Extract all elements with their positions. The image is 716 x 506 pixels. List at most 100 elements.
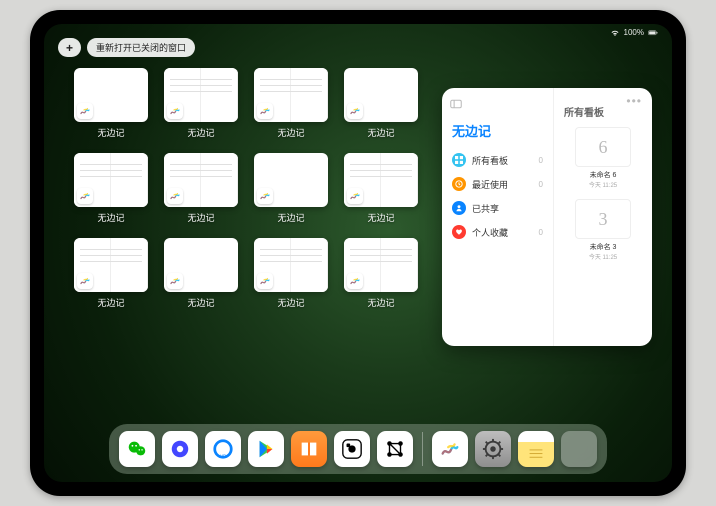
battery-text: 100% [624, 28, 644, 37]
window-thumbnail[interactable]: 无边记 [74, 153, 148, 224]
svg-text:HD: HD [220, 453, 227, 458]
window-label: 无边记 [164, 296, 238, 309]
window-thumbnail[interactable]: 无边记 [254, 68, 328, 139]
clock-icon [452, 177, 466, 191]
dock-app-books[interactable] [291, 431, 327, 467]
freeform-app-icon [167, 188, 183, 204]
freeform-sidebar-panel: ••• 无边记 所有看板0最近使用0已共享个人收藏0 所有看板 6未命名 6今天… [442, 88, 652, 346]
window-label: 无边记 [254, 126, 328, 139]
window-card[interactable] [344, 153, 418, 207]
freeform-app-icon [257, 103, 273, 119]
dock-app-dice[interactable] [334, 431, 370, 467]
board-thumbnail: 3 [575, 199, 631, 239]
dock-recent-apps [432, 431, 554, 467]
window-label: 无边记 [74, 126, 148, 139]
window-card[interactable] [344, 238, 418, 292]
grid-icon [452, 153, 466, 167]
sidebar-item-label: 所有看板 [472, 154, 508, 167]
window-thumbnail[interactable]: 无边记 [254, 238, 328, 309]
dock-main-apps: HD [119, 431, 413, 467]
sidebar-toggle-icon[interactable] [450, 98, 462, 110]
board-time: 今天 11:25 [562, 252, 644, 261]
window-thumbnail[interactable]: 无边记 [164, 238, 238, 309]
dock-app-freeform[interactable] [432, 431, 468, 467]
window-label: 无边记 [164, 211, 238, 224]
sidebar-item-count: 0 [539, 156, 543, 165]
window-label: 无边记 [344, 211, 418, 224]
window-thumbnail[interactable]: 无边记 [344, 153, 418, 224]
top-controls: + 重新打开已关闭的窗口 [58, 38, 195, 57]
window-card[interactable] [344, 68, 418, 122]
screen: 100% + 重新打开已关闭的窗口 无边记无边记无边记无边记无边记无边记无边记无… [44, 24, 672, 482]
window-label: 无边记 [254, 296, 328, 309]
freeform-app-icon [77, 103, 93, 119]
board-thumbnail: 6 [575, 127, 631, 167]
window-label: 无边记 [344, 296, 418, 309]
panel-content: 所有看板 6未命名 6今天 11:253未命名 3今天 11:25 [554, 88, 652, 346]
window-card[interactable] [74, 238, 148, 292]
new-window-button[interactable]: + [58, 38, 81, 57]
freeform-app-icon [347, 188, 363, 204]
window-thumbnail[interactable]: 无边记 [254, 153, 328, 224]
sidebar-item-grid[interactable]: 所有看板 0 [450, 148, 545, 172]
dock-separator [422, 432, 423, 466]
window-card[interactable] [74, 68, 148, 122]
status-bar: 100% [610, 28, 658, 37]
more-icon[interactable]: ••• [626, 94, 642, 108]
boards-list: 6 未命名 6 今天 11:253 未命名 3今天 11:25 [562, 127, 644, 261]
window-card[interactable] [164, 68, 238, 122]
window-card[interactable] [74, 153, 148, 207]
freeform-app-icon [167, 103, 183, 119]
dock-app-quark[interactable] [162, 431, 198, 467]
heart-icon [452, 225, 466, 239]
window-thumbnail[interactable]: 无边记 [164, 68, 238, 139]
window-card[interactable] [254, 153, 328, 207]
window-thumbnail[interactable]: 无边记 [74, 238, 148, 309]
dock: HD [109, 424, 607, 474]
window-card[interactable] [254, 68, 328, 122]
wifi-icon [610, 29, 620, 37]
app-library-button[interactable] [561, 431, 597, 467]
board-item[interactable]: 6未命名 6今天 11:25 [562, 127, 644, 189]
window-card[interactable] [164, 153, 238, 207]
battery-icon [648, 29, 658, 37]
freeform-app-icon [257, 188, 273, 204]
board-name: 未命名 6 [562, 170, 644, 180]
dock-app-qqbrowser[interactable]: HD [205, 431, 241, 467]
window-thumbnail[interactable]: 无边记 [344, 68, 418, 139]
window-card[interactable] [254, 238, 328, 292]
sidebar-item-heart[interactable]: 个人收藏 0 [450, 220, 545, 244]
freeform-app-icon [77, 273, 93, 289]
sidebar-item-label: 个人收藏 [472, 226, 508, 239]
freeform-app-icon [347, 103, 363, 119]
sidebar-item-label: 最近使用 [472, 178, 508, 191]
reopen-closed-window-button[interactable]: 重新打开已关闭的窗口 [87, 38, 195, 57]
freeform-app-icon [167, 273, 183, 289]
dock-app-graph[interactable] [377, 431, 413, 467]
panel-sidebar: 无边记 所有看板0最近使用0已共享个人收藏0 [442, 88, 554, 346]
people-icon [452, 201, 466, 215]
sidebar-item-count: 0 [539, 228, 543, 237]
ipad-frame: 100% + 重新打开已关闭的窗口 无边记无边记无边记无边记无边记无边记无边记无… [30, 10, 686, 496]
sidebar-menu: 所有看板 0 最近使用0 已共享个人收藏 0 [450, 148, 545, 244]
freeform-app-icon [257, 273, 273, 289]
board-item[interactable]: 3 未命名 3今天 11:25 [562, 199, 644, 261]
sidebar-item-label: 已共享 [472, 202, 499, 215]
window-label: 无边记 [74, 211, 148, 224]
board-name: 未命名 3 [562, 242, 644, 252]
window-thumbnail[interactable]: 无边记 [74, 68, 148, 139]
window-label: 无边记 [254, 211, 328, 224]
window-thumbnail[interactable]: 无边记 [344, 238, 418, 309]
dock-app-notes[interactable] [518, 431, 554, 467]
dock-app-settings[interactable] [475, 431, 511, 467]
window-card[interactable] [164, 238, 238, 292]
sidebar-item-people[interactable]: 已共享 [450, 196, 545, 220]
dock-app-play[interactable] [248, 431, 284, 467]
window-label: 无边记 [164, 126, 238, 139]
freeform-app-icon [347, 273, 363, 289]
sidebar-item-clock[interactable]: 最近使用0 [450, 172, 545, 196]
dock-app-wechat[interactable] [119, 431, 155, 467]
window-thumbnail[interactable]: 无边记 [164, 153, 238, 224]
freeform-app-icon [77, 188, 93, 204]
window-label: 无边记 [344, 126, 418, 139]
